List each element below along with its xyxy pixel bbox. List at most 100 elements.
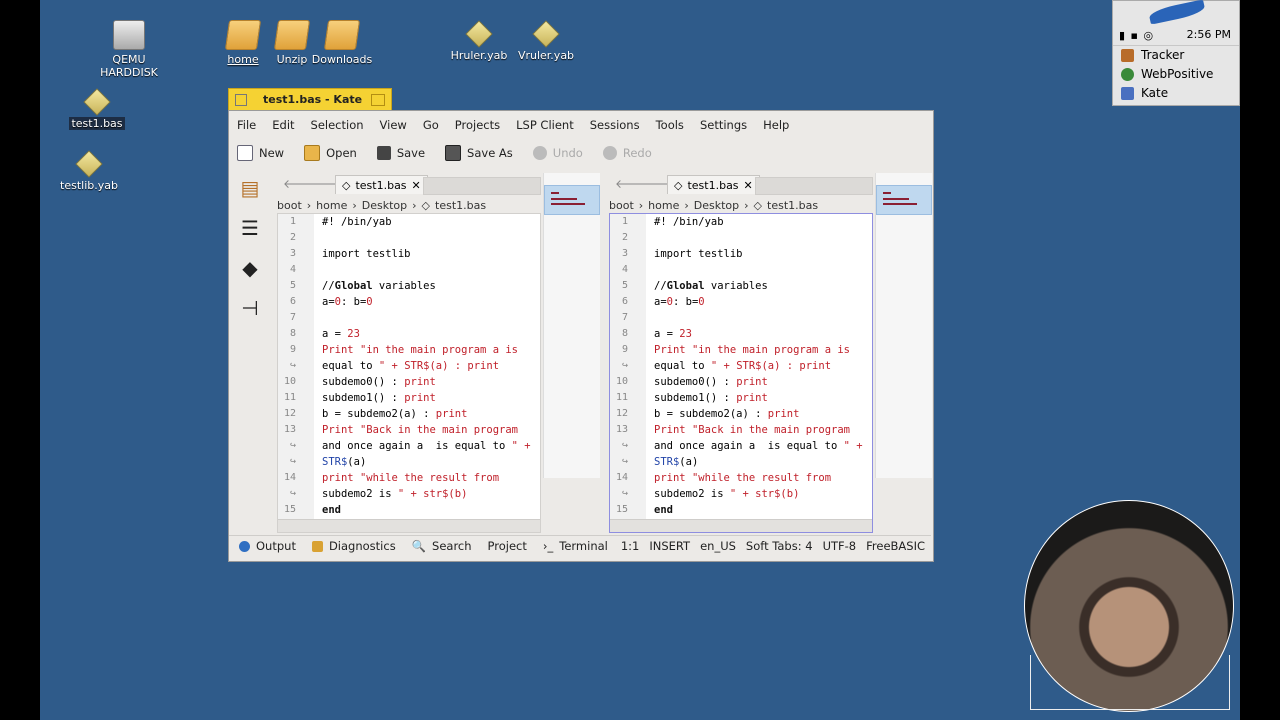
crumb-boot[interactable]: boot xyxy=(277,199,302,212)
deskbar-app-kate[interactable]: Kate xyxy=(1113,84,1239,103)
clock[interactable]: 2:56 PM xyxy=(1187,28,1231,41)
terminal-icon: ›_ xyxy=(542,539,554,553)
output-button[interactable]: Output xyxy=(239,539,296,553)
line-text: import testlib xyxy=(654,248,743,260)
window-title-tab[interactable]: test1.bas - Kate xyxy=(228,88,392,111)
code-editor-left[interactable]: 1 #! /bin/yab 2 3 import testlib 4 5 //Global v… xyxy=(277,213,541,533)
new-button[interactable]: New xyxy=(237,145,284,161)
symbols-icon[interactable]: ⊣ xyxy=(237,296,263,320)
desktop-icon-test1[interactable]: test1.bas xyxy=(52,88,142,130)
yab-file-icon xyxy=(465,20,493,48)
git-icon[interactable]: ◆ xyxy=(237,256,263,280)
line-number: ↪ xyxy=(289,488,296,499)
line-number: 6 xyxy=(289,296,296,307)
yab-file-icon xyxy=(75,150,103,178)
save-as-button[interactable]: Save As xyxy=(445,145,513,161)
line-number: 8 xyxy=(289,328,296,339)
crumb-boot[interactable]: boot xyxy=(609,199,634,212)
tab-test1-right[interactable]: ◇ test1.bas ✕ xyxy=(667,175,760,194)
syntax-mode[interactable]: FreeBASIC xyxy=(866,539,925,553)
close-tab-icon[interactable]: ✕ xyxy=(744,179,753,192)
menu-go[interactable]: Go xyxy=(415,115,447,135)
minimap-left[interactable] xyxy=(543,173,600,478)
undo-button[interactable]: Undo xyxy=(532,146,583,160)
close-tab-icon[interactable]: ✕ xyxy=(412,179,421,192)
crumb-home[interactable]: home xyxy=(316,199,347,212)
minimap-viewport[interactable] xyxy=(876,185,932,215)
menu-edit[interactable]: Edit xyxy=(264,115,302,135)
line-number: ↪ xyxy=(289,456,296,467)
crumb-file[interactable]: test1.bas xyxy=(435,199,486,212)
minimap-viewport[interactable] xyxy=(544,185,600,215)
haiku-leaf-icon[interactable] xyxy=(1148,0,1206,25)
code-editor-right[interactable]: 1 #! /bin/yab 2 3 import testlib 4 5 //Global v… xyxy=(609,213,873,533)
terminal-button[interactable]: ›_ Terminal xyxy=(543,539,608,553)
line-number: 13 xyxy=(283,424,296,435)
file-diamond-icon: ◇ xyxy=(674,178,683,192)
webcam-frame xyxy=(1030,655,1230,710)
line-text: Print "in the main program a is xyxy=(654,344,850,356)
line-text: //Global variables xyxy=(322,280,436,292)
desktop-icon-vruler[interactable]: Vruler.yab xyxy=(501,20,591,62)
menu-file[interactable]: File xyxy=(229,115,264,135)
horizontal-scrollbar[interactable] xyxy=(610,519,872,532)
menu-selection[interactable]: Selection xyxy=(303,115,372,135)
crumb-desktop[interactable]: Desktop xyxy=(694,199,739,212)
indentation[interactable]: Soft Tabs: 4 xyxy=(746,539,813,553)
line-text: a=0: b=0 xyxy=(322,296,373,308)
menu-view[interactable]: View xyxy=(372,115,415,135)
tab-bar-space xyxy=(423,177,541,195)
deskbar-app-tracker[interactable]: Tracker xyxy=(1113,46,1239,65)
file-diamond-icon: ◇ xyxy=(421,198,431,212)
horizontal-scrollbar[interactable] xyxy=(278,519,540,532)
menu-projects[interactable]: Projects xyxy=(447,115,508,135)
menu-tools[interactable]: Tools xyxy=(648,115,692,135)
line-number: 10 xyxy=(615,376,628,387)
line-number: ↪ xyxy=(621,440,628,451)
input-mode[interactable]: INSERT xyxy=(649,539,690,553)
search-icon: 🔍 xyxy=(411,539,427,553)
desktop-icon-harddisk[interactable]: QEMU HARDDISK xyxy=(84,20,174,79)
menu-help[interactable]: Help xyxy=(755,115,797,135)
dictionary[interactable]: en_US xyxy=(700,539,736,553)
open-folder-icon xyxy=(304,145,321,161)
desktop-icon-downloads[interactable]: Downloads xyxy=(297,20,387,66)
redo-button[interactable]: Redo xyxy=(602,146,652,160)
tray-icons[interactable]: ▮ ▪ ◎ xyxy=(1119,29,1154,42)
crumb-desktop[interactable]: Desktop xyxy=(362,199,407,212)
line-text: Print "Back in the main program xyxy=(654,424,850,436)
line-number: 3 xyxy=(621,248,628,259)
menu-sessions[interactable]: Sessions xyxy=(582,115,648,135)
crumb-file[interactable]: test1.bas xyxy=(767,199,818,212)
yab-file-icon xyxy=(532,20,560,48)
documents-icon[interactable]: ▤ xyxy=(237,176,263,200)
line-text: a=0: b=0 xyxy=(654,296,705,308)
window-title: test1.bas - Kate xyxy=(263,93,363,106)
save-as-icon xyxy=(445,145,462,161)
deskbar-app-webpositive[interactable]: WebPositive xyxy=(1113,65,1239,84)
minimap-right[interactable] xyxy=(875,173,932,478)
crumb-home[interactable]: home xyxy=(648,199,679,212)
search-button[interactable]: 🔍 Search xyxy=(412,539,472,553)
line-number: 2 xyxy=(621,232,628,243)
filesystem-browser-icon[interactable]: ☰ xyxy=(237,216,263,240)
desktop-icon-testlib[interactable]: testlib.yab xyxy=(44,150,134,192)
line-number: ↪ xyxy=(289,360,296,371)
save-button[interactable]: Save xyxy=(376,146,425,160)
menu-lsp-client[interactable]: LSP Client xyxy=(508,115,582,135)
diagnostics-button[interactable]: Diagnostics xyxy=(311,539,396,553)
line-text: Print "Back in the main program xyxy=(322,424,518,436)
menu-settings[interactable]: Settings xyxy=(692,115,755,135)
cursor-position[interactable]: 1:1 xyxy=(621,539,640,553)
line-text: and once again a is equal to " + xyxy=(654,440,863,452)
toolbar: New Open Save Save As Undo Redo xyxy=(237,141,672,165)
project-button[interactable]: Project xyxy=(488,539,527,553)
tab-test1-left[interactable]: ◇ test1.bas ✕ xyxy=(335,175,428,194)
status-bar: Output Diagnostics 🔍 Search Project ›_ Ter… xyxy=(229,535,931,556)
open-button[interactable]: Open xyxy=(304,145,357,161)
line-text: equal to " + STR$(a) : print xyxy=(322,360,500,372)
encoding[interactable]: UTF-8 xyxy=(823,539,857,553)
zoom-button[interactable] xyxy=(371,94,385,106)
close-button[interactable] xyxy=(235,94,247,106)
line-text: subdemo2 is " + str$(b) xyxy=(654,488,800,500)
